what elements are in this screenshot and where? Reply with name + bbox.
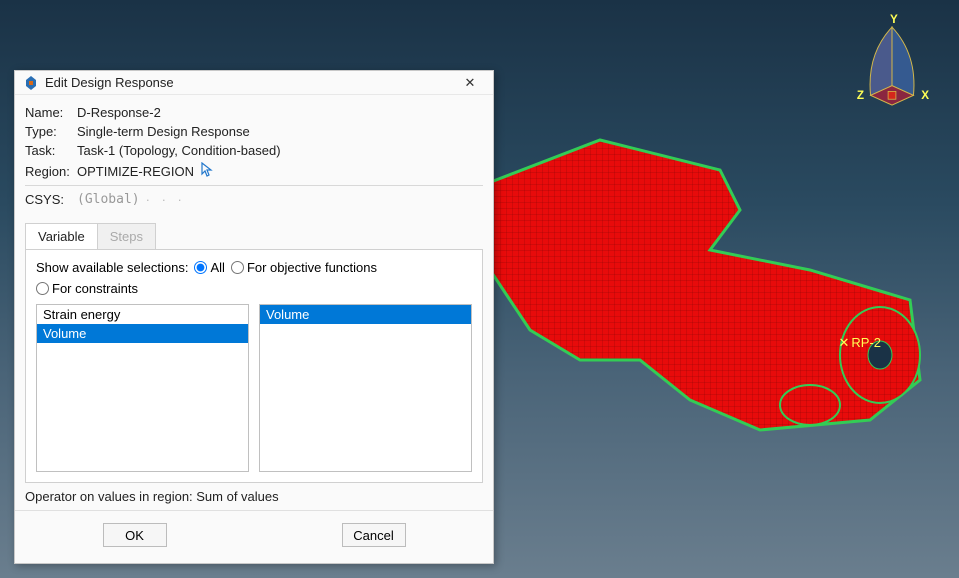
tab-body-variable: Show available selections: All For objec… xyxy=(25,249,483,483)
list-item[interactable]: Volume xyxy=(37,324,248,343)
region-label: Region: xyxy=(25,164,77,179)
dialog-info-block: Name: D-Response-2 Type: Single-term Des… xyxy=(15,95,493,219)
filter-label: Show available selections: xyxy=(36,260,188,275)
csys-label: CSYS: xyxy=(25,192,77,207)
filter-option-all[interactable]: All xyxy=(194,260,224,275)
svg-text:Z: Z xyxy=(857,89,864,102)
listboxes-container: Strain energyVolume Volume xyxy=(36,304,472,472)
dialog-title: Edit Design Response xyxy=(45,75,455,90)
dialog-app-icon xyxy=(23,75,39,91)
type-label: Type: xyxy=(25,124,77,139)
close-button[interactable]: ✕ xyxy=(455,72,485,94)
csys-pick-icons[interactable]: · · · xyxy=(146,192,186,207)
name-value: D-Response-2 xyxy=(77,105,161,120)
reference-point-marker-icon: ✕ xyxy=(838,335,849,350)
ok-button[interactable]: OK xyxy=(103,523,167,547)
filter-option-constraints[interactable]: For constraints xyxy=(36,281,138,296)
region-pick-icon[interactable] xyxy=(200,162,214,181)
svg-text:X: X xyxy=(921,89,929,102)
tab-variable[interactable]: Variable xyxy=(25,223,98,249)
filter-option-objective[interactable]: For objective functions xyxy=(231,260,377,275)
task-label: Task: xyxy=(25,143,77,158)
available-variables-listbox[interactable]: Strain energyVolume xyxy=(36,304,249,472)
filter-radio-all[interactable] xyxy=(194,261,207,274)
dialog-button-row: OK Cancel xyxy=(15,510,493,563)
filter-row: Show available selections: All For objec… xyxy=(36,260,472,296)
filter-radio-objective[interactable] xyxy=(231,261,244,274)
divider xyxy=(25,185,483,186)
axis-triad[interactable]: Y X Z xyxy=(853,14,931,124)
svg-text:Y: Y xyxy=(890,14,898,26)
region-value: OPTIMIZE-REGION xyxy=(77,164,194,179)
type-value: Single-term Design Response xyxy=(77,124,250,139)
csys-value: (Global) xyxy=(77,192,140,207)
list-item[interactable]: Volume xyxy=(260,305,471,324)
close-icon: ✕ xyxy=(465,75,476,91)
dialog-titlebar[interactable]: Edit Design Response ✕ xyxy=(15,71,493,95)
edit-design-response-dialog: Edit Design Response ✕ Name: D-Response-… xyxy=(14,70,494,564)
cancel-button[interactable]: Cancel xyxy=(342,523,406,547)
list-item[interactable]: Strain energy xyxy=(37,305,248,324)
name-label: Name: xyxy=(25,105,77,120)
reference-point-label: ✕RP-2 xyxy=(838,335,881,351)
filter-radio-constraints[interactable] xyxy=(36,282,49,295)
task-value: Task-1 (Topology, Condition-based) xyxy=(77,143,281,158)
tab-steps: Steps xyxy=(97,223,156,249)
chosen-variables-listbox[interactable]: Volume xyxy=(259,304,472,472)
operator-text: Operator on values in region: Sum of val… xyxy=(15,489,493,510)
tab-strip: Variable Steps xyxy=(25,223,483,249)
